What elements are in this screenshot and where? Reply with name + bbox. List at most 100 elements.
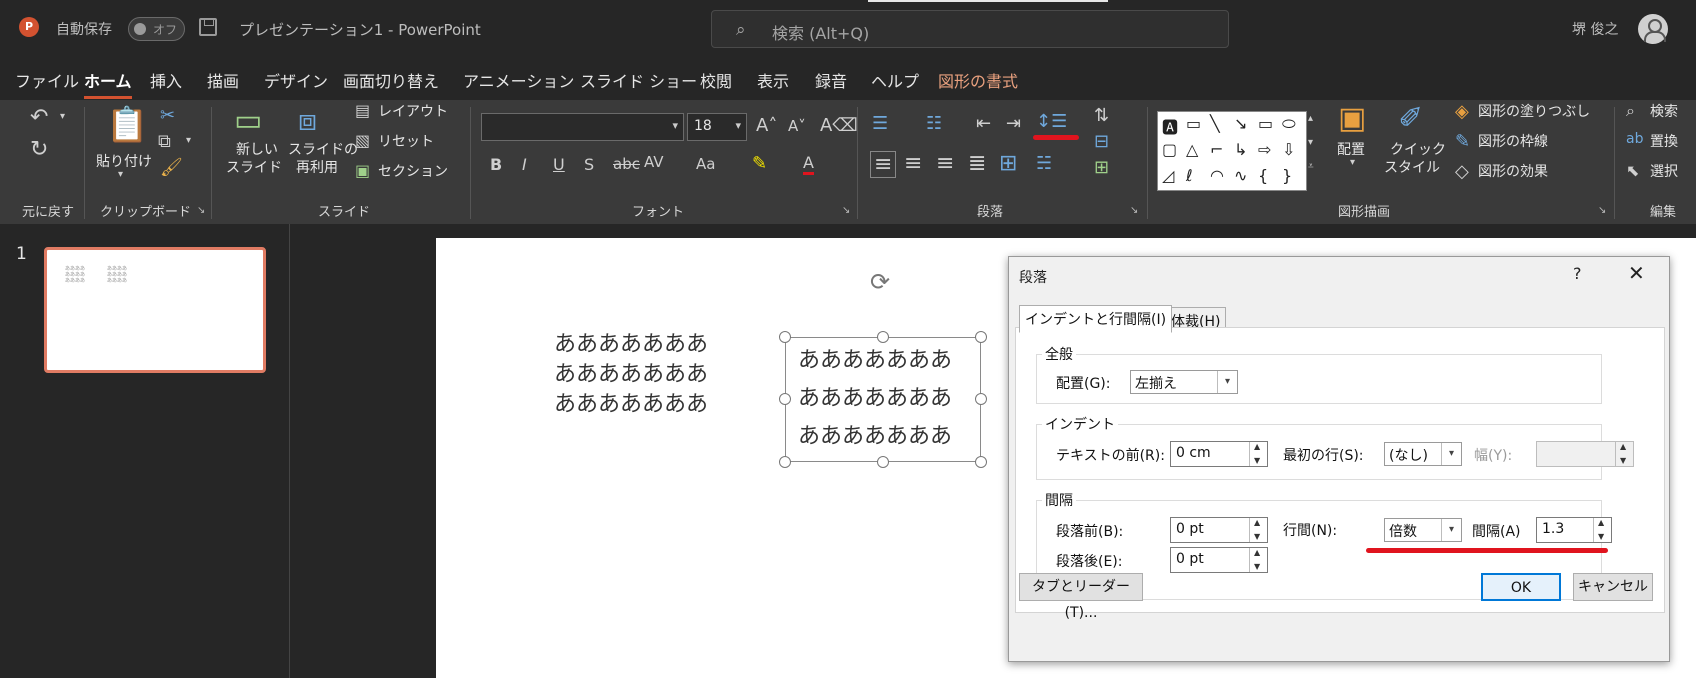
tab-animations[interactable]: アニメーション	[463, 68, 574, 92]
reuse-slides-label-2[interactable]: 再利用	[296, 157, 338, 177]
reuse-slides-icon[interactable]: ⧈	[298, 103, 317, 138]
increase-indent-icon[interactable]: ⇥	[1006, 113, 1021, 134]
arc-icon[interactable]: ◠	[1210, 166, 1224, 185]
select-button[interactable]: 選択	[1650, 161, 1678, 181]
tab-home[interactable]: ホーム	[84, 68, 132, 99]
before-text-input[interactable]: 0 cm	[1170, 441, 1268, 467]
align-center-icon[interactable]: ≡	[904, 151, 922, 176]
columns-icon[interactable]: ☵	[1036, 153, 1052, 174]
resize-handle[interactable]	[877, 331, 889, 343]
user-name[interactable]: 堺 俊之	[1572, 19, 1618, 39]
textbox-icon[interactable]: 🅰	[1162, 114, 1178, 138]
align-left-icon[interactable]: ≡	[870, 151, 897, 178]
numbering-icon[interactable]: ☷	[926, 113, 942, 134]
left-brace-icon[interactable]: {	[1258, 166, 1268, 185]
line-spacing-icon[interactable]: ↕☰	[1036, 111, 1067, 132]
spacing-after-input[interactable]: 0 pt	[1170, 547, 1268, 573]
paragraph-launcher-icon[interactable]: ↘	[1130, 205, 1138, 216]
tab-indent-spacing[interactable]: インデントと行間隔(I)	[1019, 305, 1173, 333]
decrease-font-icon[interactable]: A˅	[788, 117, 806, 135]
alignment-select[interactable]: 左揃え ▾	[1130, 370, 1238, 394]
decrease-indent-icon[interactable]: ⇤	[976, 113, 991, 134]
character-spacing-icon[interactable]: AV	[644, 153, 664, 171]
spinner-icon[interactable]	[1249, 518, 1267, 542]
tab-design[interactable]: デザイン	[264, 68, 328, 92]
tabs-leaders-button[interactable]: タブとリーダー(T)...	[1019, 573, 1143, 621]
avatar[interactable]	[1638, 14, 1668, 44]
layout-button[interactable]: レイアウト	[378, 101, 448, 121]
clear-formatting-icon[interactable]: A⌫	[820, 115, 858, 136]
reset-button[interactable]: リセット	[378, 131, 434, 151]
increase-font-icon[interactable]: A˄	[756, 115, 777, 136]
rectangle-icon[interactable]: ▭	[1258, 114, 1273, 133]
drawing-launcher-icon[interactable]: ↘	[1598, 205, 1606, 216]
shape-effects-button[interactable]: 図形の効果	[1478, 161, 1548, 181]
rounded-rect-icon[interactable]: ▢	[1162, 140, 1177, 159]
bold-icon[interactable]: B	[490, 155, 502, 174]
ok-button[interactable]: OK	[1481, 573, 1561, 601]
section-icon[interactable]: ▣	[355, 161, 370, 180]
elbow-arrow-icon[interactable]: ↳	[1234, 140, 1247, 159]
right-arrow-icon[interactable]: ⇨	[1258, 140, 1271, 159]
undo-icon[interactable]: ↶	[30, 105, 48, 130]
paste-button[interactable]: 貼り付け	[96, 151, 152, 171]
spacing-before-input[interactable]: 0 pt	[1170, 517, 1268, 543]
tab-transitions[interactable]: 画面切り替え	[343, 68, 439, 92]
text-block-left[interactable]: あああああああ あああああああ あああああああ	[554, 330, 708, 420]
justify-icon[interactable]: ≣	[968, 151, 986, 176]
arrow-line-icon[interactable]: ↘	[1234, 114, 1247, 133]
new-slide-label-1[interactable]: 新しい	[236, 139, 278, 159]
find-icon[interactable]: ⌕	[1626, 101, 1635, 121]
shape-outline-icon[interactable]: ✎	[1455, 131, 1470, 152]
smartart-icon[interactable]: ⊞	[1094, 157, 1109, 178]
shape-fill-icon[interactable]: ◈	[1455, 101, 1469, 122]
freeform-icon[interactable]: ◿	[1162, 166, 1174, 185]
font-launcher-icon[interactable]: ↘	[842, 205, 850, 216]
curve-icon[interactable]: ∿	[1234, 166, 1247, 185]
find-button[interactable]: 検索	[1650, 101, 1678, 121]
spacing-at-input[interactable]: 1.3	[1536, 517, 1612, 543]
distributed-icon[interactable]: ⊞	[999, 151, 1017, 176]
resize-handle[interactable]	[975, 456, 987, 468]
triangle-icon[interactable]: △	[1186, 140, 1198, 159]
line-icon[interactable]: ╲	[1210, 114, 1220, 133]
arrange-dropdown-icon[interactable]: ▾	[1350, 157, 1355, 168]
resize-handle[interactable]	[779, 331, 791, 343]
gallery-up-icon[interactable]: ▴	[1308, 113, 1313, 124]
font-name-combo[interactable]: ▾	[481, 113, 684, 141]
textbox-content[interactable]: あああああああ あああああああ あああああああ	[798, 342, 952, 456]
gallery-down-icon[interactable]: ▾	[1308, 137, 1313, 148]
quick-styles-icon[interactable]: ✐	[1398, 101, 1423, 136]
help-button[interactable]: ?	[1573, 264, 1582, 283]
strikethrough-icon[interactable]: abc	[613, 155, 640, 173]
select-icon[interactable]: ⬉	[1626, 161, 1639, 180]
paste-icon[interactable]: 📋	[106, 105, 148, 145]
replace-button[interactable]: 置換	[1650, 131, 1678, 151]
align-text-icon[interactable]: ⊟	[1094, 131, 1109, 152]
spinner-icon[interactable]	[1249, 548, 1267, 572]
tab-file[interactable]: ファイル	[15, 68, 79, 92]
autosave-toggle[interactable]: オフ	[128, 17, 185, 41]
resize-handle[interactable]	[779, 456, 791, 468]
highlight-icon[interactable]: ✎	[752, 153, 767, 174]
undo-dropdown-icon[interactable]: ▾	[60, 111, 65, 122]
shape-fill-button[interactable]: 図形の塗りつぶし	[1478, 101, 1590, 121]
arrange-button[interactable]: 配置	[1337, 139, 1365, 159]
spinner-icon[interactable]	[1249, 442, 1267, 466]
font-color-icon[interactable]: A	[803, 153, 814, 175]
tab-view[interactable]: 表示	[757, 68, 789, 92]
rotate-handle-icon[interactable]: ⟳	[870, 268, 890, 296]
line-spacing-select[interactable]: 倍数 ▾	[1384, 518, 1462, 542]
font-size-combo[interactable]: 18 ▾	[687, 113, 747, 141]
cancel-button[interactable]: キャンセル	[1573, 573, 1653, 601]
selected-textbox[interactable]: あああああああ あああああああ あああああああ	[785, 337, 981, 462]
resize-handle[interactable]	[975, 331, 987, 343]
save-icon[interactable]	[199, 18, 217, 36]
reset-icon[interactable]: ▧	[355, 131, 370, 150]
layout-icon[interactable]: ▤	[355, 101, 370, 120]
close-icon[interactable]: ✕	[1628, 261, 1645, 285]
change-case-icon[interactable]: Aa	[696, 155, 715, 173]
resize-handle[interactable]	[779, 393, 791, 405]
tab-slideshow[interactable]: スライド ショー	[580, 68, 697, 92]
new-slide-icon[interactable]: ▭	[234, 103, 262, 138]
